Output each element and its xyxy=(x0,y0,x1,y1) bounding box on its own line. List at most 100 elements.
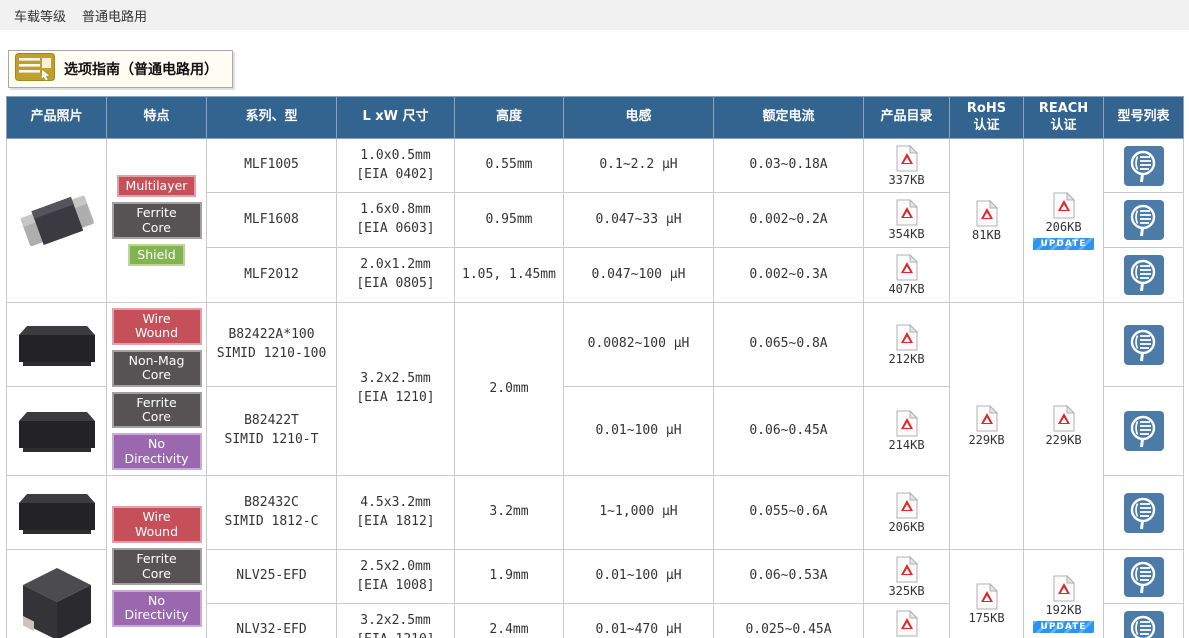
feature-badge: Wire Wound xyxy=(112,308,202,345)
tab-general-circuit[interactable]: 普通电路用 xyxy=(82,6,147,25)
model-list-button[interactable] xyxy=(1104,557,1183,597)
model-list-cell xyxy=(1104,193,1184,248)
feature-badge: Ferrite Core xyxy=(112,392,202,429)
catalog-pdf-link[interactable]: 206KB xyxy=(888,492,924,534)
height-cell: 0.55mm xyxy=(455,139,564,193)
pdf-icon xyxy=(896,324,918,351)
pdf-icon xyxy=(896,145,918,172)
selection-guide-label: 选项指南（普通电路用） xyxy=(64,59,218,79)
catalog-pdf-link[interactable]: 354KB xyxy=(888,199,924,241)
catalog-pdf-link[interactable]: 407KB xyxy=(888,254,924,296)
inductance-cell: 1~1,000 μH xyxy=(564,476,714,550)
series-cell: MLF1005 xyxy=(207,139,337,193)
pdf-icon xyxy=(896,199,918,226)
catalog-pdf-link[interactable]: 332KB xyxy=(888,610,924,638)
catalog-cell: 337KB xyxy=(864,139,950,193)
current-cell: 0.002~0.3A xyxy=(714,248,864,303)
table-hand-icon xyxy=(15,53,55,85)
current-cell: 0.06~0.53A xyxy=(714,550,864,604)
height-cell: 0.95mm xyxy=(455,193,564,248)
height-cell: 1.9mm xyxy=(455,550,564,604)
series-cell: B82422A*100SIMID 1210-100 xyxy=(207,303,337,387)
current-cell: 0.06~0.45A xyxy=(714,387,864,476)
feature-badge: No Directivity xyxy=(112,590,202,627)
series-cell: MLF1608 xyxy=(207,193,337,248)
reach-pdf-link[interactable]: 229KB xyxy=(1045,405,1081,447)
inductance-cell: 0.01~100 μH xyxy=(564,550,714,604)
inductance-cell: 0.01~100 μH xyxy=(564,387,714,476)
top-tab-bar: 车载等级 普通电路用 xyxy=(0,0,1189,30)
magnifier-list-icon xyxy=(1124,611,1164,638)
model-list-button[interactable] xyxy=(1104,146,1183,186)
col-header-reach: REACH认证 xyxy=(1024,97,1104,139)
model-list-cell xyxy=(1104,139,1184,193)
selection-guide-button[interactable]: 选项指南（普通电路用） xyxy=(8,50,233,88)
product-photo-simid-a xyxy=(7,303,107,387)
size-cell: 3.2x2.5mm[EIA 1210] xyxy=(337,604,455,638)
rohs-cell-group1: 81KB xyxy=(950,139,1024,303)
pdf-icon xyxy=(896,492,918,519)
size-cell: 1.0x0.5mm[EIA 0402] xyxy=(337,139,455,193)
catalog-cell: 407KB xyxy=(864,248,950,303)
reach-cell-group1: 206KB UPDATE xyxy=(1024,139,1104,303)
model-list-button[interactable] xyxy=(1104,325,1183,365)
catalog-pdf-link[interactable]: 212KB xyxy=(888,324,924,366)
pdf-icon xyxy=(896,254,918,281)
feature-badge: Ferrite Core xyxy=(112,548,202,585)
feature-badge: Non-Mag Core xyxy=(112,350,202,387)
reach-pdf-link[interactable]: 192KB UPDATE xyxy=(1033,575,1095,633)
inductance-cell: 0.047~33 μH xyxy=(564,193,714,248)
current-cell: 0.025~0.45A xyxy=(714,604,864,638)
catalog-pdf-link[interactable]: 337KB xyxy=(888,145,924,187)
product-photo-simid-c xyxy=(7,476,107,550)
catalog-cell: 325KB xyxy=(864,550,950,604)
inductance-cell: 0.0082~100 μH xyxy=(564,303,714,387)
reach-cell-group2: 229KB xyxy=(1024,303,1104,550)
feature-badge: Shield xyxy=(128,244,184,266)
col-header-photo: 产品照片 xyxy=(7,97,107,139)
tab-automotive-grade[interactable]: 车载等级 xyxy=(14,6,66,25)
features-cell-group3: Wire Wound Ferrite Core No Directivity xyxy=(107,476,207,638)
magnifier-list-icon xyxy=(1124,493,1164,533)
pdf-icon xyxy=(1053,192,1075,219)
col-header-inductance: 电感 xyxy=(564,97,714,139)
catalog-cell: 354KB xyxy=(864,193,950,248)
col-header-height: 高度 xyxy=(455,97,564,139)
rohs-pdf-link[interactable]: 175KB xyxy=(968,583,1004,625)
catalog-cell: 206KB xyxy=(864,476,950,550)
model-list-cell xyxy=(1104,248,1184,303)
size-cell-merged: 3.2x2.5mm[EIA 1210] xyxy=(337,303,455,476)
table-row: Wire Wound Non-Mag Core Ferrite Core No … xyxy=(7,303,1184,387)
model-list-button[interactable] xyxy=(1104,611,1183,638)
catalog-pdf-link[interactable]: 325KB xyxy=(888,556,924,598)
update-badge: UPDATE xyxy=(1033,621,1095,633)
inductance-cell: 0.047~100 μH xyxy=(564,248,714,303)
col-header-model-list: 型号列表 xyxy=(1104,97,1184,139)
reach-pdf-link[interactable]: 206KB UPDATE xyxy=(1033,192,1095,250)
size-cell: 1.6x0.8mm[EIA 0603] xyxy=(337,193,455,248)
rohs-cell-group3: 175KB xyxy=(950,550,1024,638)
catalog-pdf-link[interactable]: 214KB xyxy=(888,410,924,452)
col-header-size: L xW 尺寸 xyxy=(337,97,455,139)
update-badge: UPDATE xyxy=(1033,238,1095,250)
catalog-cell: 212KB xyxy=(864,303,950,387)
model-list-button[interactable] xyxy=(1104,493,1183,533)
model-list-button[interactable] xyxy=(1104,200,1183,240)
current-cell: 0.055~0.6A xyxy=(714,476,864,550)
inductance-cell: 0.1~2.2 μH xyxy=(564,139,714,193)
product-table: 产品照片 特点 系列、型 L xW 尺寸 高度 电感 额定电流 产品目录 RoH… xyxy=(6,96,1184,638)
series-cell: NLV32-EFD xyxy=(207,604,337,638)
rohs-pdf-link[interactable]: 229KB xyxy=(968,405,1004,447)
rohs-pdf-link[interactable]: 81KB xyxy=(972,200,1001,242)
model-list-button[interactable] xyxy=(1104,411,1183,451)
magnifier-list-icon xyxy=(1124,146,1164,186)
height-cell: 2.4mm xyxy=(455,604,564,638)
model-list-cell xyxy=(1104,604,1184,638)
model-list-button[interactable] xyxy=(1104,255,1183,295)
inductance-cell: 0.01~470 μH xyxy=(564,604,714,638)
magnifier-list-icon xyxy=(1124,255,1164,295)
model-list-cell xyxy=(1104,550,1184,604)
rohs-cell-group2: 229KB xyxy=(950,303,1024,550)
product-photo-simid-t xyxy=(7,387,107,476)
reach-cell-group3: 192KB UPDATE xyxy=(1024,550,1104,638)
